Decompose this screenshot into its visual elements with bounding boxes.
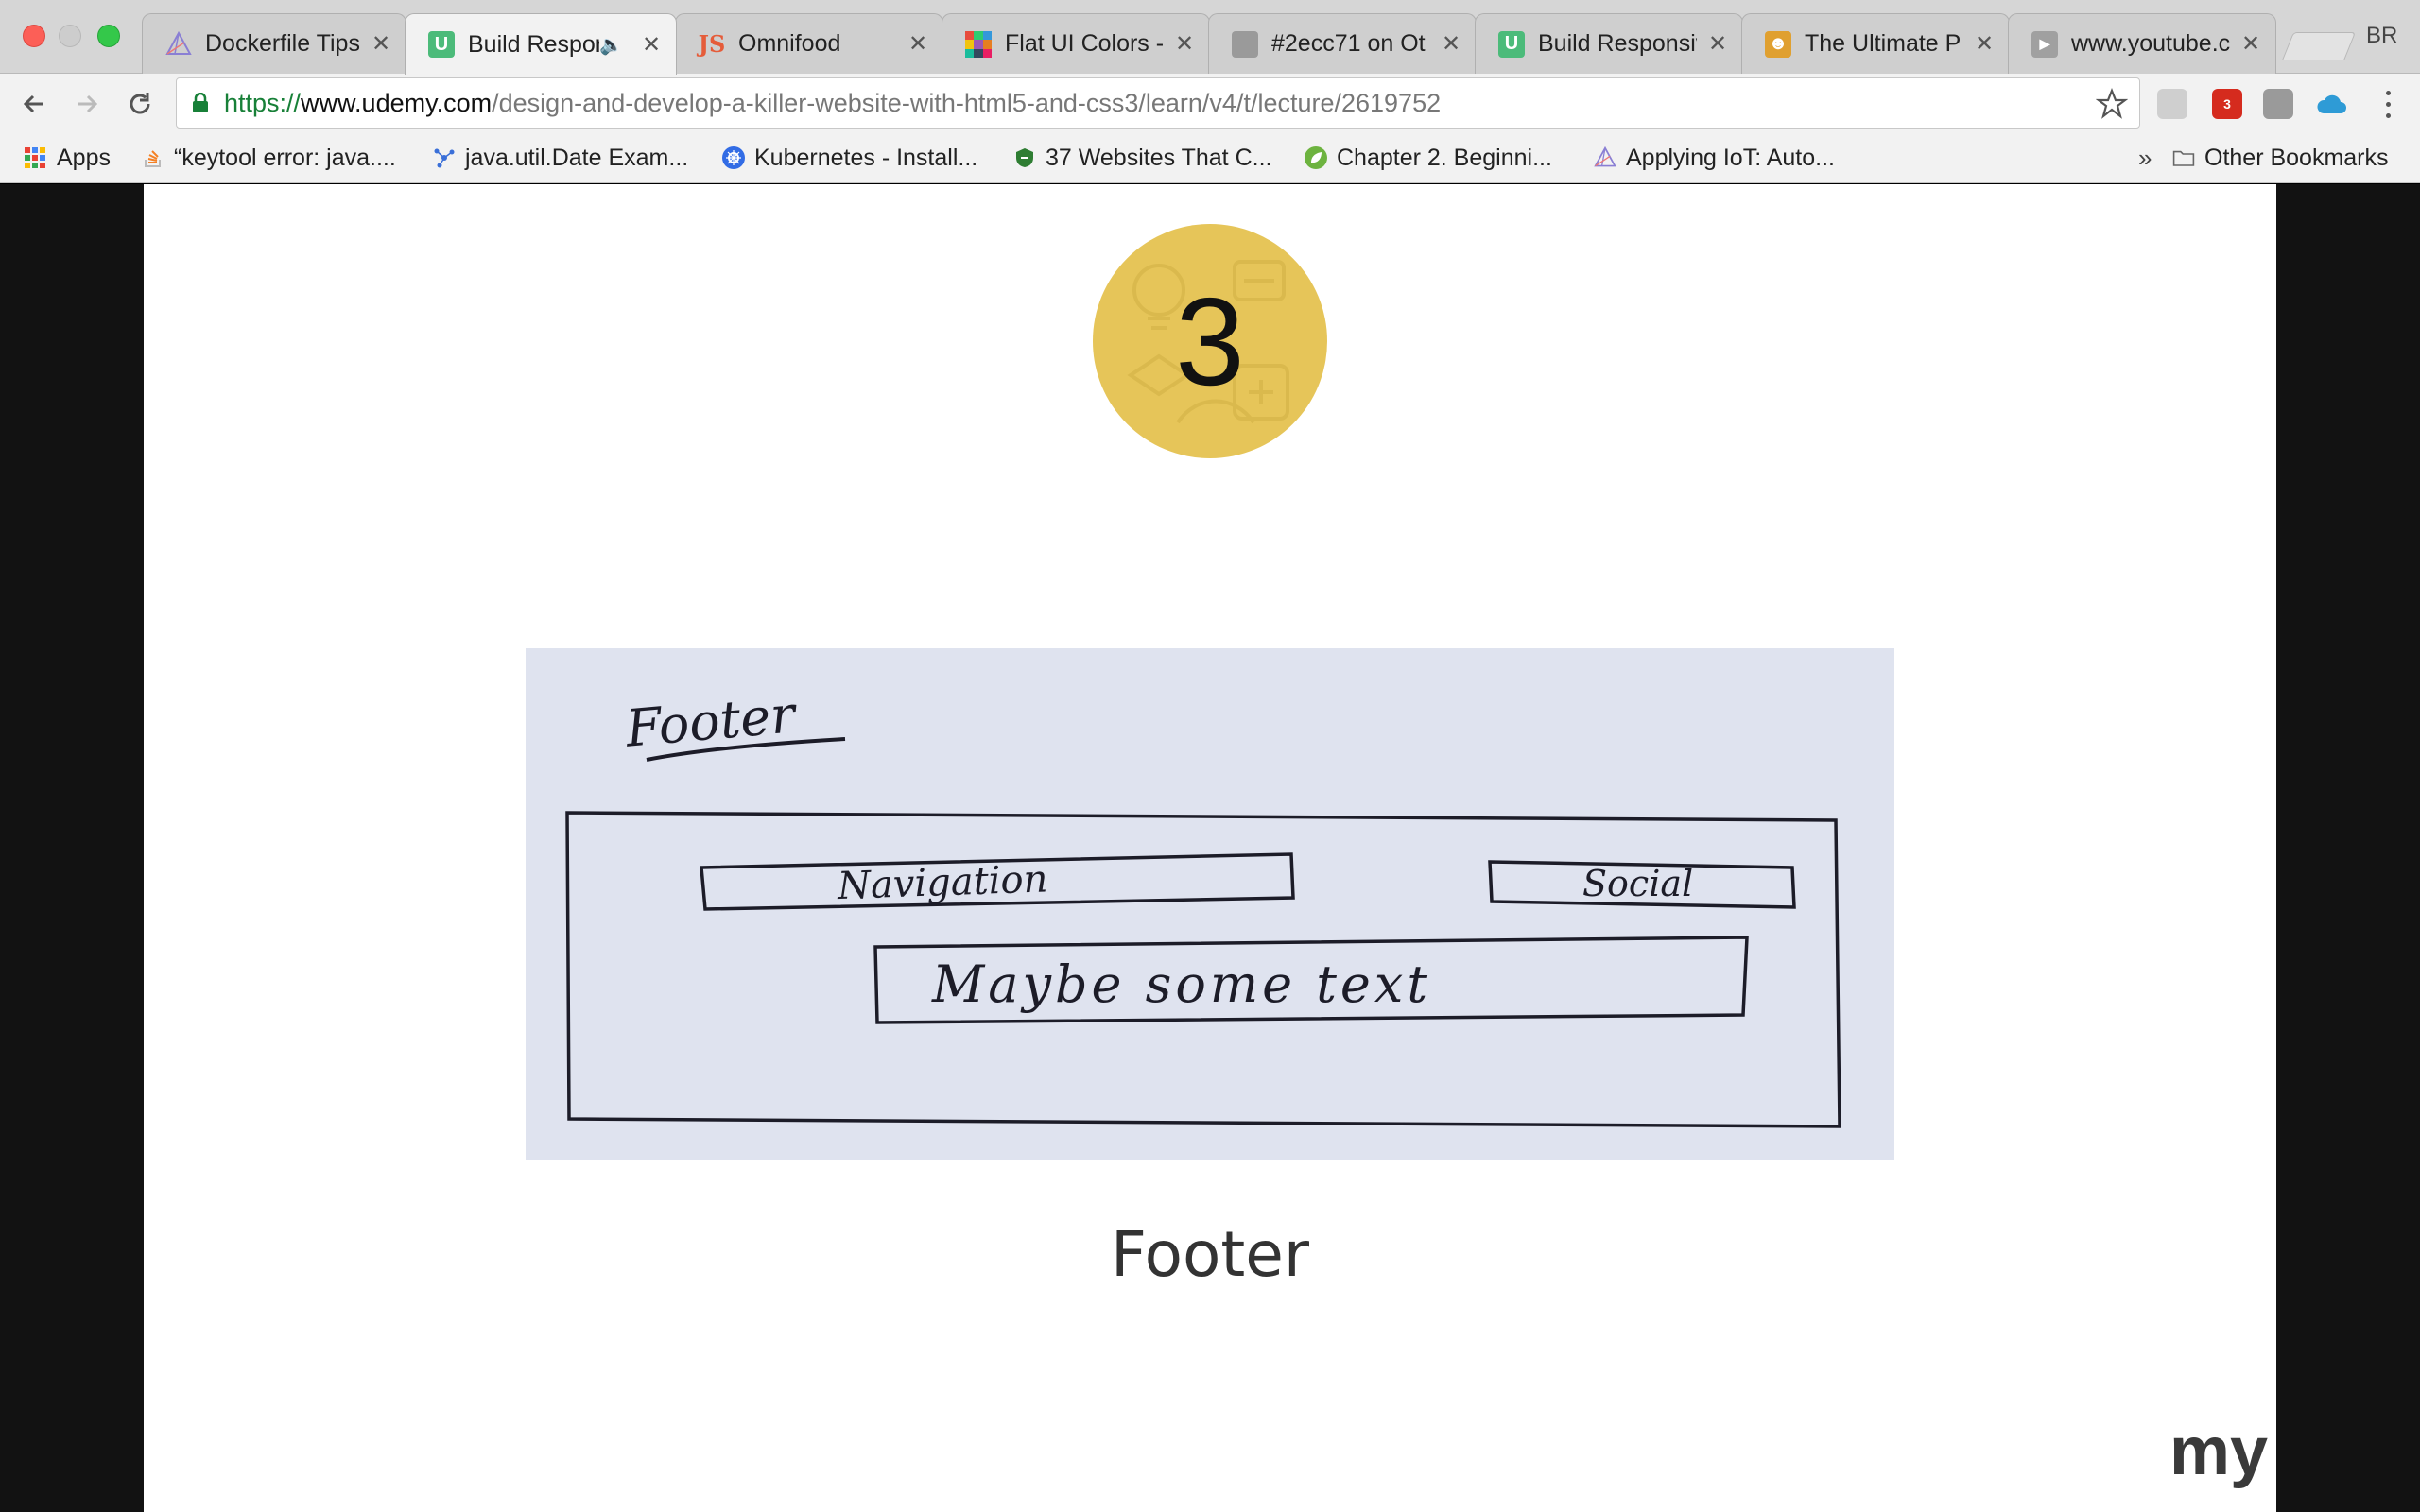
arrow-left-icon — [23, 94, 43, 113]
url-path: /design-and-develop-a-killer-website-wit… — [492, 88, 1442, 117]
shield-icon — [1013, 146, 1036, 169]
step-badge: 3 — [1093, 224, 1327, 458]
reload-button[interactable] — [119, 83, 161, 125]
footer-wireframe-drawing: Footer Navigation Social Maybe some text — [565, 684, 1841, 1128]
window-minimize-button[interactable] — [59, 25, 81, 47]
tab-title: Build Responsiv — [1538, 30, 1697, 57]
close-icon[interactable]: ✕ — [2239, 30, 2262, 58]
adblock-ext-icon[interactable]: 3 — [2212, 89, 2242, 119]
other-bookmarks-label: Other Bookmarks — [2204, 144, 2389, 171]
tab-strip: Dockerfile Tips ✕ U Build Respon 🔈 ✕ JS … — [0, 0, 2420, 75]
white-ext-icon[interactable] — [2263, 89, 2293, 119]
speaker-audio-icon[interactable]: 🔈 — [599, 33, 623, 57]
stackoverflow-icon — [142, 146, 164, 169]
menu-dots-icon[interactable] — [2378, 87, 2397, 121]
cloud-ext-icon[interactable] — [2316, 89, 2346, 119]
close-icon[interactable]: ✕ — [1973, 30, 1996, 58]
wireframe-globe-icon — [165, 30, 192, 58]
color-grid-icon — [965, 30, 992, 58]
lecture-slide: 3 Footer Navigation Social Maybe some te… — [144, 184, 2276, 1512]
window-zoom-button[interactable] — [97, 25, 120, 47]
bookmark-label: Kubernetes - Install... — [754, 144, 978, 171]
bookmark-chapter-2[interactable]: Chapter 2. Beginni... — [1305, 142, 1552, 174]
bookmark-java-util-date[interactable]: java.util.Date Exam... — [433, 142, 688, 174]
bookmark-kubernetes[interactable]: Kubernetes - Install... — [722, 142, 977, 174]
bookmark-label: Applying IoT: Auto... — [1626, 144, 1835, 171]
url-scheme: https:// — [224, 88, 302, 117]
apps-grid-icon — [25, 147, 45, 168]
kubernetes-icon — [722, 146, 745, 169]
incognito-ext-icon[interactable] — [2157, 89, 2187, 119]
bookmark-label: Apps — [57, 144, 111, 171]
udemy-watermark: my — [2169, 1414, 2269, 1489]
udemy-icon: U — [428, 31, 455, 58]
udemy-icon: U — [1498, 30, 1525, 58]
new-tab-button[interactable] — [2281, 32, 2357, 60]
tab-title: Omnifood — [738, 30, 841, 57]
bookmark-apps[interactable]: Apps — [25, 142, 111, 174]
tab-the-ultimate[interactable]: ☻ The Ultimate P ✕ — [1741, 13, 2010, 74]
tab-title: Flat UI Colors - — [1005, 30, 1164, 57]
bookmark-37-websites[interactable]: 37 Websites That C... — [1013, 142, 1271, 174]
sketch-heading: Footer — [623, 684, 801, 759]
tab-2ecc71[interactable]: #2ecc71 on Ot ✕ — [1208, 13, 1477, 74]
url-host: www.udemy.com — [301, 88, 493, 117]
molecule-icon — [433, 146, 456, 169]
reload-icon — [130, 93, 150, 114]
bookmarks-bar: Apps “keytool error: java.... java.util.… — [0, 132, 2420, 183]
bookmark-label: Chapter 2. Beginni... — [1337, 144, 1552, 171]
profile-label[interactable]: BR — [2366, 23, 2397, 49]
tab-youtube[interactable]: ▶ www.youtube.c ✕ — [2008, 13, 2276, 74]
bookmark-label: 37 Websites That C... — [1046, 144, 1272, 171]
window-close-button[interactable] — [23, 25, 45, 47]
bookmark-label: java.util.Date Exam... — [465, 144, 689, 171]
close-icon[interactable]: ✕ — [907, 30, 929, 58]
bookmark-label: “keytool error: java.... — [174, 144, 396, 171]
bookmark-applying-iot[interactable]: Applying IoT: Auto... — [1594, 142, 1835, 174]
close-icon[interactable]: ✕ — [1440, 30, 1462, 58]
tab-flat-ui-colors[interactable]: Flat UI Colors - ✕ — [942, 13, 1210, 74]
page-icon — [1232, 30, 1258, 58]
tab-title: www.youtube.c — [2071, 30, 2230, 57]
tab-title: Build Respon — [468, 30, 600, 58]
browser-toolbar: https://www.udemy.com/design-and-develop… — [0, 74, 2420, 132]
folder-icon — [2172, 146, 2195, 169]
step-number: 3 — [1175, 271, 1245, 411]
tab-title: #2ecc71 on Ot — [1271, 30, 1426, 57]
hand-drawn-footer-sketch: Footer Navigation Social Maybe some text — [526, 648, 1894, 1160]
text-box-label: Maybe some text — [931, 954, 1431, 1014]
close-icon[interactable]: ✕ — [370, 30, 392, 58]
address-bar[interactable]: https://www.udemy.com/design-and-develop… — [176, 77, 2140, 129]
tab-title: The Ultimate P — [1805, 30, 1962, 57]
close-icon[interactable]: ✕ — [640, 31, 663, 59]
social-label: Social — [1582, 863, 1693, 904]
close-icon[interactable]: ✕ — [1173, 30, 1196, 58]
tab-build-responsive-active[interactable]: U Build Respon 🔈 ✕ — [405, 13, 677, 75]
tab-title: Dockerfile Tips — [205, 30, 360, 57]
slide-caption: Footer — [1111, 1218, 1309, 1291]
youtube-icon: ▶ — [2031, 30, 2058, 58]
character-icon: ☻ — [1765, 30, 1791, 58]
back-button[interactable] — [13, 83, 55, 125]
tab-omnifood[interactable]: JS Omnifood ✕ — [675, 13, 943, 74]
url-text: https://www.udemy.com/design-and-develop… — [224, 89, 1441, 118]
bookmark-star-icon[interactable] — [2096, 88, 2128, 120]
forward-button[interactable] — [66, 83, 108, 125]
bookmark-keytool-error[interactable]: “keytool error: java.... — [142, 142, 396, 174]
wireframe-globe-icon — [1594, 146, 1616, 169]
arrow-right-icon — [78, 94, 98, 113]
navigation-label: Navigation — [836, 857, 1048, 908]
bookmarks-overflow-chevron[interactable]: » — [2138, 144, 2152, 173]
video-player[interactable]: 3 Footer Navigation Social Maybe some te… — [0, 184, 2420, 1512]
js-icon: JS — [698, 30, 726, 58]
tab-build-responsive[interactable]: U Build Responsiv ✕ — [1475, 13, 1743, 74]
lock-icon — [193, 93, 208, 112]
spring-leaf-icon — [1305, 146, 1327, 169]
tab-dockerfile-tips[interactable]: Dockerfile Tips ✕ — [142, 13, 406, 74]
adblock-count: 3 — [2223, 96, 2231, 112]
other-bookmarks-folder[interactable]: Other Bookmarks — [2172, 142, 2389, 174]
close-icon[interactable]: ✕ — [1706, 30, 1729, 58]
